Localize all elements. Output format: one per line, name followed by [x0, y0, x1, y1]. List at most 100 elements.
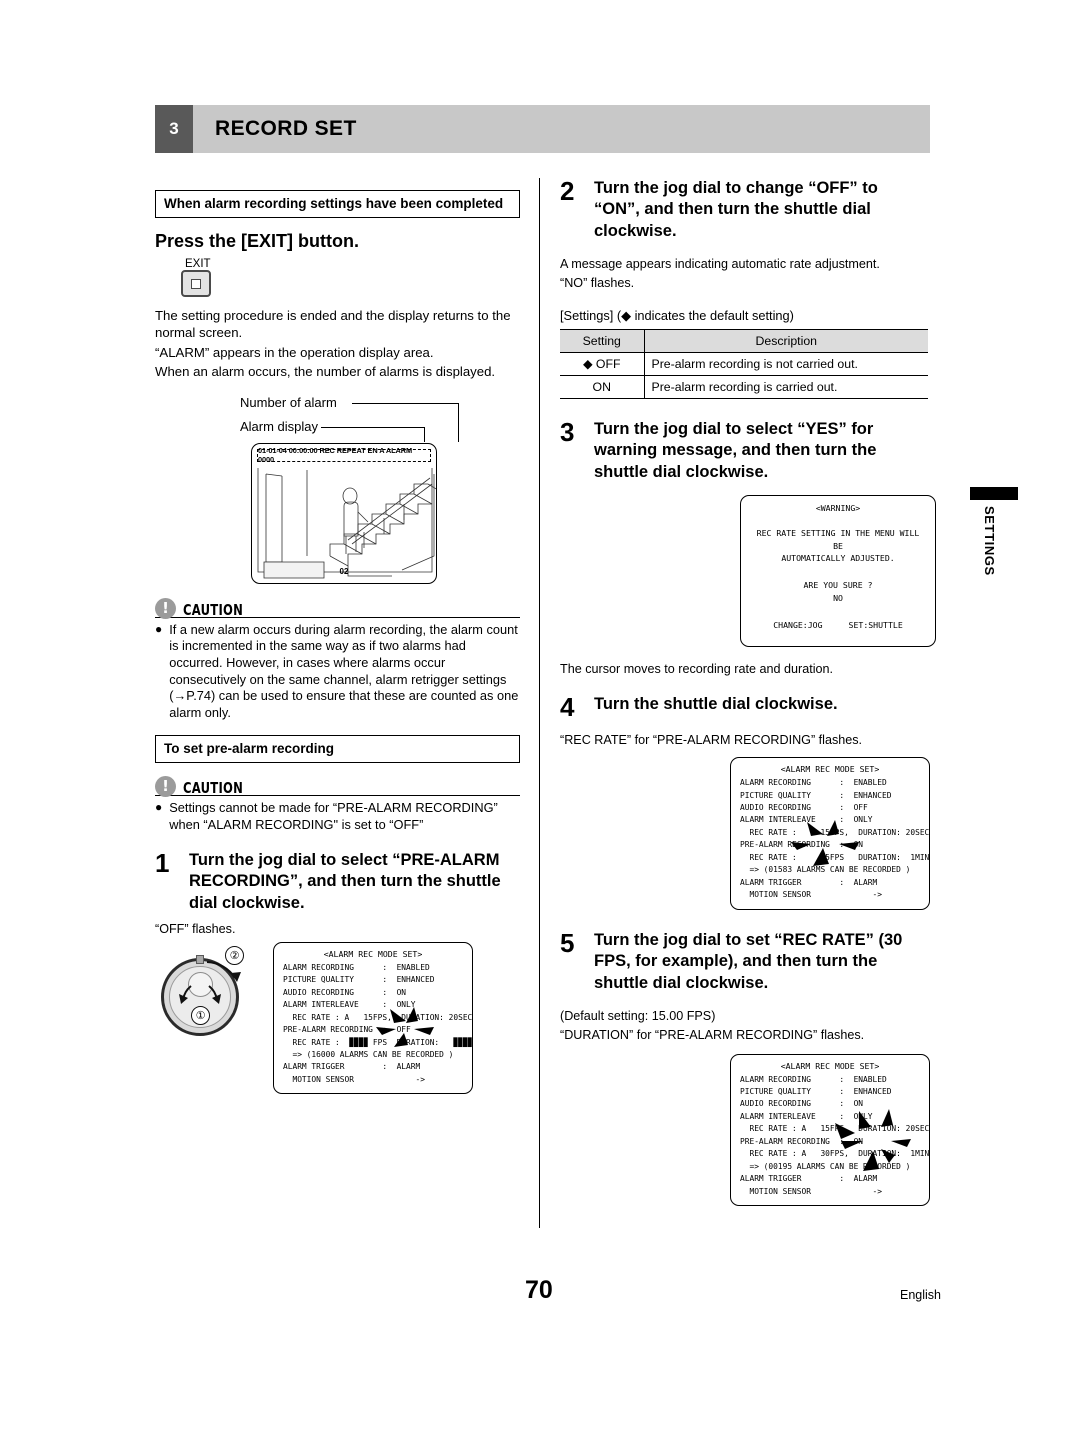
settings-table: Setting Description ◆ OFF Pre-alarm reco…	[560, 328, 928, 399]
section-title-alarm-complete: When alarm recording settings have been …	[155, 190, 520, 218]
osd-row: => (00195 ALARMS CAN BE RECORDED )	[740, 1160, 911, 1171]
osd-row: ALARM RECORDING : ENABLED	[740, 777, 887, 788]
manual-page: 3 RECORD SET When alarm recording settin…	[0, 0, 1080, 1456]
osd-row: ALARM TRIGGER : ALARM	[740, 876, 878, 887]
osd-row: REC RATE : A 15FPS, DURATION: 20SEC	[283, 1011, 473, 1022]
osd-row: AUDIO RECORDING : ON	[740, 1098, 864, 1109]
table-row: ON Pre-alarm recording is carried out.	[560, 375, 928, 399]
column-header-description: Description	[643, 328, 928, 353]
column-divider	[539, 178, 540, 1228]
osd-warning-line-1: REC RATE SETTING IN THE MENU WILL BE	[756, 527, 920, 551]
table-row: ◆ OFF Pre-alarm recording is not carried…	[560, 352, 928, 376]
page-title: RECORD SET	[193, 105, 930, 153]
osd-row: ALARM RECORDING : ENABLED	[740, 1073, 887, 1084]
caution-text: If a new alarm occurs during alarm recor…	[169, 621, 519, 720]
osd-row: MOTION SENSOR ->	[740, 889, 882, 900]
step-3: 3 Turn the jog dial to select “YES” for …	[560, 418, 928, 483]
monitor-callouts: Number of alarm Alarm display	[155, 391, 520, 443]
step-2-note-2: “NO” flashes.	[560, 276, 635, 291]
callout-alarm-display: Alarm display	[240, 418, 319, 434]
page-language: English	[900, 1288, 941, 1302]
osd-title: <ALARM REC MODE SET>	[323, 948, 423, 959]
monitor-osd-line: 01-01-04 00:00:00 REC REPEAT EN A ALARM …	[257, 446, 431, 464]
osd-row: MOTION SENSOR ->	[283, 1073, 425, 1084]
osd-row: ALARM INTERLEAVE : ONLY	[740, 814, 873, 825]
osd-alarm-rec-mode-1: <ALARM REC MODE SET> ALARM RECORDING : E…	[273, 941, 473, 1095]
settings-lead: [Settings] (◆ indicates the default sett…	[560, 307, 794, 323]
cell-description: Pre-alarm recording is not carried out.	[643, 352, 928, 376]
osd-row: PRE-ALARM RECORDING : ON	[740, 839, 864, 850]
osd-row: PICTURE QUALITY : ENHANCED	[740, 789, 892, 800]
osd-warning-line-2: AUTOMATICALLY ADJUSTED.	[781, 553, 895, 564]
osd-row: AUDIO RECORDING : OFF	[740, 802, 868, 813]
step-number: 5	[560, 927, 575, 958]
osd-row: REC RATE : A 15FPS, DURATION: 20SEC	[740, 1123, 930, 1134]
chapter-number: 3	[155, 105, 193, 153]
osd-row: => (16000 ALARMS CAN BE RECORDED )	[283, 1049, 454, 1060]
exit-key-label: EXIT	[185, 258, 211, 270]
side-tab-label: SETTINGS	[982, 506, 997, 576]
side-tab-marker	[970, 487, 1018, 500]
osd-warning-question: ARE YOU SURE ?	[803, 579, 873, 590]
step-text: Turn the jog dial to select “PRE-ALARM R…	[189, 850, 501, 912]
osd-row: PICTURE QUALITY : ENHANCED	[283, 974, 435, 985]
osd-row: ALARM TRIGGER : ALARM	[283, 1061, 421, 1072]
osd-row: PRE-ALARM RECORDING : OFF	[283, 1024, 411, 1035]
osd-row: MOTION SENSOR ->	[740, 1185, 882, 1196]
osd-row: PICTURE QUALITY : ENHANCED	[740, 1086, 892, 1097]
heading-press-exit: Press the [EXIT] button.	[155, 231, 360, 251]
caution-title: CAUTION	[183, 779, 244, 798]
step-4-note: “REC RATE” for “PRE-ALARM RECORDING” fla…	[560, 733, 863, 748]
step-text: Turn the jog dial to change “OFF” to “ON…	[594, 179, 878, 240]
caution-text: Settings cannot be made for “PRE-ALARM R…	[169, 800, 498, 833]
step-2: 2 Turn the jog dial to change “OFF” to “…	[560, 178, 928, 242]
jog-badge-2: ②	[225, 945, 244, 965]
osd-row: AUDIO RECORDING : ON	[283, 986, 407, 997]
osd-row: ALARM TRIGGER : ALARM	[740, 1173, 878, 1184]
osd-row: REC RATE : ▉▉▉▉ FPS DURATION: ▉▉▉▉	[283, 1036, 473, 1047]
osd-warning-answer: NO	[833, 592, 843, 603]
step-5-note-1: (Default setting: 15.00 FPS)	[560, 1009, 716, 1024]
table-header-row: Setting Description	[560, 328, 928, 353]
exclamation-icon: !	[155, 776, 176, 798]
cell-setting: ON	[560, 375, 644, 399]
osd-row: PRE-ALARM RECORDING : ON	[740, 1135, 864, 1146]
right-column: 2 Turn the jog dial to change “OFF” to “…	[560, 178, 936, 1207]
osd-row: REC RATE : 15FPS, DURATION: 20SEC	[740, 826, 930, 837]
caution-title: CAUTION	[183, 600, 244, 619]
step-3-note: The cursor moves to recording rate and d…	[560, 662, 834, 677]
section-title-pre-alarm: To set pre-alarm recording	[155, 735, 520, 764]
osd-row: ALARM INTERLEAVE : ONLY	[740, 1110, 873, 1121]
osd-title: <ALARM REC MODE SET>	[780, 764, 880, 775]
step-number: 2	[560, 176, 575, 206]
osd-title: <ALARM REC MODE SET>	[780, 1060, 880, 1071]
step-text: Turn the jog dial to set “REC RATE” (30 …	[594, 930, 903, 992]
osd-foot-set: SET:SHUTTLE	[848, 620, 903, 631]
step-1: 1 Turn the jog dial to select “PRE-ALARM…	[155, 849, 520, 914]
paragraph-alarm-count: When an alarm occurs, the number of alar…	[155, 364, 496, 380]
bullet-icon: ●	[155, 621, 163, 636]
exit-button-illustration: EXIT	[181, 258, 520, 297]
osd-row: ALARM INTERLEAVE : ONLY	[283, 999, 416, 1010]
caution-block-pre-alarm: ! CAUTION ● Settings cannot be made for …	[155, 776, 520, 833]
callout-number-of-alarm: Number of alarm	[240, 394, 337, 410]
exclamation-icon: !	[155, 597, 176, 619]
column-header-setting: Setting	[560, 328, 644, 353]
osd-row: REC RATE : 15FPS DURATION: 1MIN	[740, 851, 930, 862]
osd-foot-change: CHANGE:JOG	[773, 620, 823, 631]
jog-badge-1: ①	[191, 1005, 210, 1025]
cell-setting: ◆ OFF	[560, 352, 644, 376]
osd-title: <WARNING>	[815, 503, 861, 514]
step-5-note-2: “DURATION” for “PRE-ALARM RECORDING” fla…	[560, 1027, 865, 1042]
osd-warning-dialog: <WARNING> REC RATE SETTING IN THE MENU W…	[740, 495, 936, 648]
osd-alarm-rec-mode-3: <ALARM REC MODE SET> ALARM RECORDING : E…	[730, 1053, 930, 1207]
step-text: Turn the jog dial to select “YES” for wa…	[594, 419, 877, 481]
step-5: 5 Turn the jog dial to set “REC RATE” (3…	[560, 927, 928, 994]
step-2-note-1: A message appears indicating automatic r…	[560, 257, 880, 272]
osd-row: REC RATE : A 30FPS, DURATION: 1MIN	[740, 1148, 930, 1159]
osd-row: => (01583 ALARMS CAN BE RECORDED )	[740, 864, 911, 875]
monitor-illustration: 01-01-04 00:00:00 REC REPEAT EN A ALARM …	[251, 442, 437, 584]
step-number: 4	[560, 691, 575, 722]
page-header: 3 RECORD SET	[155, 105, 930, 153]
caution-block-alarm-count: ! CAUTION ● If a new alarm occurs during…	[155, 597, 520, 722]
